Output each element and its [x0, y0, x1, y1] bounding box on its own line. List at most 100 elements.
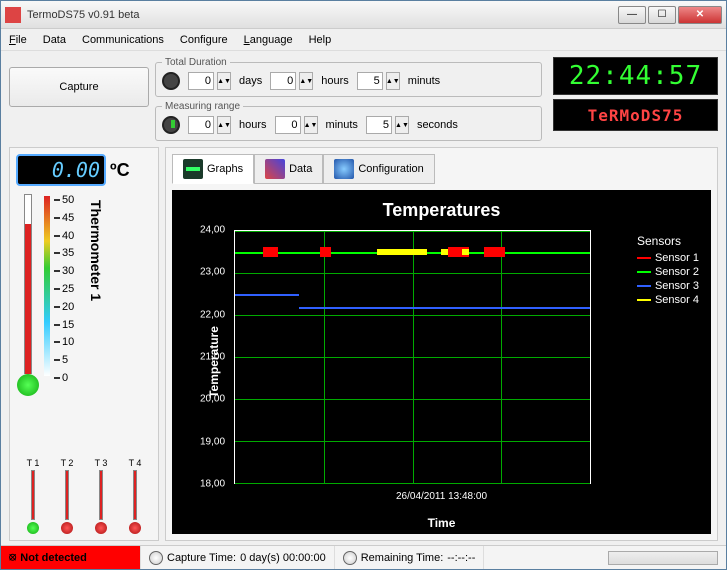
legend-title: Sensors	[637, 234, 699, 248]
mr-hours-label: hours	[239, 119, 267, 131]
app-icon	[5, 7, 21, 23]
config-icon	[334, 159, 354, 179]
status-progressbar	[608, 551, 718, 565]
close-button[interactable]: ✕	[678, 6, 722, 24]
chart-area[interactable]: Temperatures Temperature 26/04/2011 13:4…	[172, 190, 711, 534]
ytick: 19,00	[200, 436, 225, 447]
chart-title: Temperatures	[182, 200, 701, 221]
td-hours-spinner[interactable]: ▲▼	[299, 72, 313, 90]
mr-sec-input[interactable]	[366, 116, 392, 134]
ytick: 20,00	[200, 394, 225, 405]
td-hours-label: hours	[321, 75, 349, 87]
mr-min-spinner[interactable]: ▲▼	[304, 116, 318, 134]
mini-thermometers: T 1 T 2 T 3 T 4	[16, 458, 152, 534]
mini-t3: T 3	[95, 458, 108, 534]
led-logo: TeRMoDS75	[553, 99, 718, 131]
menu-communications[interactable]: Communications	[82, 34, 164, 46]
chart-xlabel: Time	[428, 516, 456, 530]
total-duration-legend: Total Duration	[162, 57, 230, 68]
scale-tick: 35	[54, 247, 84, 259]
scale-tick: 50	[54, 194, 84, 206]
mini-t2: T 2	[61, 458, 74, 534]
ytick: 21,00	[200, 352, 225, 363]
menu-help[interactable]: Help	[309, 34, 332, 46]
thermometer-label: Thermometer 1	[88, 194, 104, 452]
scale-tick: 40	[54, 230, 84, 242]
chart-legend: Sensors Sensor 1 Sensor 2 Sensor 3 Sensor 4	[637, 234, 699, 308]
mr-min-input[interactable]	[275, 116, 301, 134]
td-min-label: minuts	[408, 75, 440, 87]
legend-item: Sensor 1	[637, 252, 699, 264]
led-clock: 22:44:57	[553, 57, 718, 95]
scale-tick: 30	[54, 265, 84, 277]
capture-button[interactable]: Capture	[9, 67, 149, 107]
scale-tick: 0	[54, 372, 84, 384]
window-title: TermoDS75 v0.91 beta	[27, 9, 618, 21]
clock-icon	[343, 551, 357, 565]
mini-t1: T 1	[27, 458, 40, 534]
clock-icon	[149, 551, 163, 565]
td-days-input[interactable]	[188, 72, 214, 90]
mr-min-label: minuts	[326, 119, 358, 131]
top-row: Capture Total Duration ▲▼ days ▲▼ hours …	[1, 51, 726, 147]
clock-icon	[162, 72, 180, 90]
ytick: 22,00	[200, 309, 225, 320]
lcd-unit: ºC	[110, 160, 130, 181]
td-min-input[interactable]	[357, 72, 383, 90]
color-scale	[44, 196, 50, 376]
menubar: File Data Communications Configure Langu…	[1, 29, 726, 51]
td-min-spinner[interactable]: ▲▼	[386, 72, 400, 90]
menu-file[interactable]: File	[9, 34, 27, 46]
chart-plot	[234, 230, 591, 484]
td-days-label: days	[239, 75, 262, 87]
right-panel: Graphs Data Configuration Temperatures T…	[165, 147, 718, 541]
td-days-spinner[interactable]: ▲▼	[217, 72, 231, 90]
ytick: 23,00	[200, 267, 225, 278]
mr-hours-input[interactable]	[188, 116, 214, 134]
temperature-lcd: 0.00	[16, 154, 106, 186]
tab-graphs[interactable]: Graphs	[172, 154, 254, 184]
app-window: TermoDS75 v0.91 beta — ☐ ✕ File Data Com…	[0, 0, 727, 570]
measuring-range-legend: Measuring range	[162, 101, 243, 112]
tab-data[interactable]: Data	[254, 154, 323, 184]
scale-tick: 25	[54, 283, 84, 295]
mr-sec-spinner[interactable]: ▲▼	[395, 116, 409, 134]
mr-hours-spinner[interactable]: ▲▼	[217, 116, 231, 134]
status-not-detected: ⦻Not detected	[1, 546, 141, 569]
total-duration-group: Total Duration ▲▼ days ▲▼ hours ▲▼ minut…	[155, 57, 542, 97]
thermometer-scale: 50454035302520151050	[54, 194, 84, 384]
scale-tick: 45	[54, 212, 84, 224]
menu-data[interactable]: Data	[43, 34, 66, 46]
td-hours-input[interactable]	[270, 72, 296, 90]
scale-tick: 10	[54, 336, 84, 348]
mr-sec-label: seconds	[417, 119, 458, 131]
mini-t4: T 4	[129, 458, 142, 534]
legend-item: Sensor 4	[637, 294, 699, 306]
tab-configuration[interactable]: Configuration	[323, 154, 434, 184]
status-capture-time: Capture Time: 0 day(s) 00:00:00	[141, 546, 335, 569]
ytick: 24,00	[200, 225, 225, 236]
status-remaining-time: Remaining Time: --:--:--	[335, 546, 485, 569]
thermometer-main	[16, 194, 40, 404]
legend-item: Sensor 2	[637, 266, 699, 278]
scale-tick: 5	[54, 354, 84, 366]
chart-xtick: 26/04/2011 13:48:00	[396, 491, 487, 502]
left-panel: 0.00 ºC 50454035302520151050 Thermometer…	[9, 147, 159, 541]
clock-icon	[162, 116, 180, 134]
statusbar: ⦻Not detected Capture Time: 0 day(s) 00:…	[1, 545, 726, 569]
measuring-range-group: Measuring range ▲▼ hours ▲▼ minuts ▲▼ se…	[155, 101, 542, 141]
maximize-button[interactable]: ☐	[648, 6, 676, 24]
menu-configure[interactable]: Configure	[180, 34, 228, 46]
menu-language[interactable]: Language	[244, 34, 293, 46]
scale-tick: 15	[54, 319, 84, 331]
scale-tick: 20	[54, 301, 84, 313]
tabs: Graphs Data Configuration	[172, 154, 711, 184]
graphs-icon	[183, 159, 203, 179]
data-icon	[265, 159, 285, 179]
legend-item: Sensor 3	[637, 280, 699, 292]
minimize-button[interactable]: —	[618, 6, 646, 24]
ytick: 18,00	[200, 479, 225, 490]
main-row: 0.00 ºC 50454035302520151050 Thermometer…	[1, 147, 726, 545]
titlebar[interactable]: TermoDS75 v0.91 beta — ☐ ✕	[1, 1, 726, 29]
warning-icon: ⦻	[9, 551, 16, 564]
